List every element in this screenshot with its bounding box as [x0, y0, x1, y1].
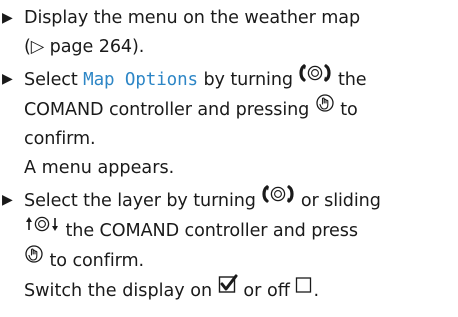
instruction-page: ▶ Display the menu on the weather map (▷… — [0, 0, 458, 317]
step-2-text-b: by turning — [197, 70, 299, 90]
step-1: ▶ Display the menu on the weather map (▷… — [2, 4, 458, 62]
play-bullet-icon: ▶ — [2, 192, 13, 208]
step-3-text-c: the COMAND controller and press — [60, 221, 358, 241]
step-2-line-3: confirm. — [24, 129, 96, 149]
step-3-line-2: the COMAND controller and press — [24, 216, 458, 246]
step-2: ▶ Select Map Options by turning the COMA… — [2, 63, 458, 154]
step-3-result-text-a: Switch the display on — [24, 281, 218, 301]
step-3-line-1: Select the layer by turning or sliding — [24, 184, 458, 216]
step-3: ▶ Select the layer by turning or sliding — [2, 184, 458, 276]
controller-turn-icon — [261, 184, 295, 214]
map-options-menu-item: Map Options — [83, 70, 198, 90]
step-1-line-1: Display the menu on the weather map — [24, 8, 361, 28]
step-2-text-e: to — [334, 100, 358, 120]
controller-press-icon — [315, 93, 335, 123]
step-3-line-3: to confirm. — [24, 244, 458, 276]
step-3-text-b: or sliding — [295, 191, 381, 211]
step-2-line-1: Select Map Options by turning the — [24, 63, 458, 95]
step-3-result-text-c: . — [313, 281, 320, 301]
step-3-text-d: to confirm. — [44, 251, 144, 271]
step-2-text-c: the — [332, 70, 367, 90]
step-2-text-d: COMAND controller and pressing — [24, 100, 315, 120]
step-2-result: A menu appears. — [24, 158, 175, 178]
step-2-text-a: Select — [24, 70, 84, 90]
checkbox-empty-icon — [295, 275, 313, 304]
controller-slide-icon — [24, 214, 60, 244]
step-2-line-2: COMAND controller and pressing to — [24, 93, 458, 125]
controller-press-icon — [24, 244, 44, 274]
play-bullet-icon: ▶ — [2, 10, 13, 26]
step-3-text-a: Select the layer by turning — [24, 191, 262, 211]
controller-turn-icon — [298, 63, 332, 93]
checkbox-checked-icon — [218, 274, 238, 304]
play-bullet-icon: ▶ — [2, 71, 13, 87]
step-3-result: Switch the display on or off . — [2, 274, 458, 306]
step-3-result-text-b: or off — [237, 281, 296, 301]
step-1-line-2: (▷ page 264). — [24, 37, 145, 57]
